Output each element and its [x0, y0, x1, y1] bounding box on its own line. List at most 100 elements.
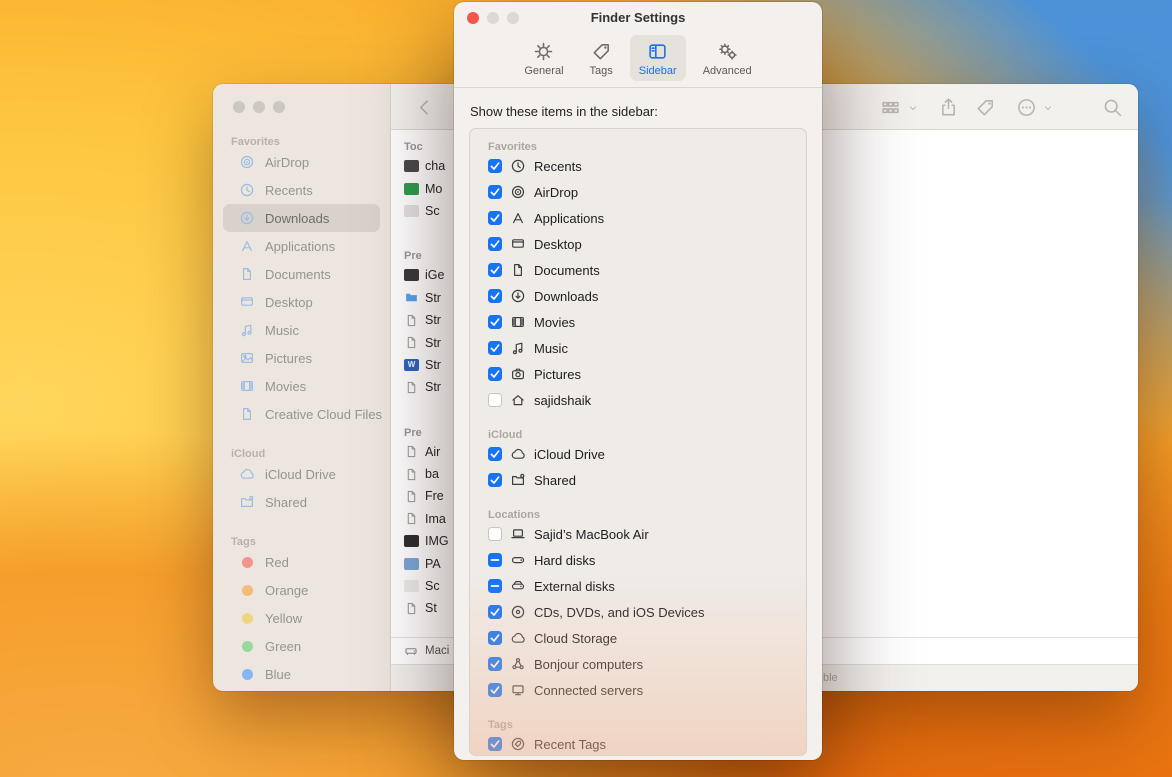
- tag-icon[interactable]: [975, 97, 996, 118]
- sidebar-item-label: Yellow: [265, 611, 302, 626]
- file-item[interactable]: PA: [404, 552, 459, 574]
- file-item[interactable]: Str: [404, 331, 459, 353]
- download-circle-icon: [237, 210, 257, 226]
- file-item[interactable]: cha: [404, 155, 459, 177]
- sidebar-item-desktop[interactable]: Desktop: [223, 288, 380, 316]
- tab-sidebar[interactable]: Sidebar: [630, 35, 686, 81]
- file-item[interactable]: Sc: [404, 575, 459, 597]
- file-item[interactable]: Ima: [404, 508, 459, 530]
- checkbox-bonjour-computers[interactable]: [488, 657, 502, 671]
- checkbox-desktop[interactable]: [488, 237, 502, 251]
- file-thumbnail-icon: [404, 205, 419, 217]
- checkbox-movies[interactable]: [488, 315, 502, 329]
- checkbox-icloud-drive[interactable]: [488, 447, 502, 461]
- search-icon[interactable]: [1102, 97, 1123, 118]
- checkbox-external-disks[interactable]: [488, 579, 502, 593]
- settings-item-label: Applications: [534, 211, 604, 226]
- file-thumbnail-icon: [404, 160, 419, 172]
- checkbox-airdrop[interactable]: [488, 185, 502, 199]
- file-item[interactable]: Str: [404, 287, 459, 309]
- sidebar-item-green[interactable]: Green: [223, 632, 380, 660]
- status-text: ble: [823, 665, 838, 691]
- chevron-down-icon[interactable]: [907, 102, 919, 114]
- file-item-label: Ima: [425, 512, 446, 526]
- sidebar-item-label: Green: [265, 639, 301, 654]
- sidebar-item-label: Pictures: [265, 351, 312, 366]
- share-icon[interactable]: [938, 97, 959, 118]
- checkbox-hard-disks[interactable]: [488, 553, 502, 567]
- settings-item-label: Documents: [534, 263, 600, 278]
- sidebar-item-airdrop[interactable]: AirDrop: [223, 148, 380, 176]
- document-icon: [237, 266, 257, 282]
- back-chevron-icon[interactable]: [414, 97, 435, 118]
- sidebar-item-applications[interactable]: Applications: [223, 232, 380, 260]
- file-item[interactable]: Mo: [404, 177, 459, 199]
- sidebar-section-header: Tags: [231, 530, 372, 548]
- settings-row-recent-tags: Recent Tags: [488, 731, 806, 756]
- sidebar-item-recents[interactable]: Recents: [223, 176, 380, 204]
- chevron-down-icon[interactable]: [1042, 102, 1054, 114]
- sidebar-item-orange[interactable]: Orange: [223, 576, 380, 604]
- file-item-label: Air: [425, 445, 440, 459]
- tab-tags[interactable]: Tags: [581, 35, 622, 81]
- file-item[interactable]: IMG: [404, 530, 459, 552]
- settings-row-airdrop: AirDrop: [488, 179, 806, 205]
- file-item[interactable]: Fre: [404, 485, 459, 507]
- checkbox-sajidshaik[interactable]: [488, 393, 502, 407]
- file-item[interactable]: St: [404, 597, 459, 619]
- checkbox-applications[interactable]: [488, 211, 502, 225]
- hard-disk-icon: [509, 552, 527, 568]
- cd-icon: [509, 604, 527, 620]
- sidebar-item-icloud-drive[interactable]: iCloud Drive: [223, 460, 380, 488]
- close-button[interactable]: [467, 12, 479, 24]
- checkbox-recents[interactable]: [488, 159, 502, 173]
- sidebar-item-red[interactable]: Red: [223, 548, 380, 576]
- settings-row-movies: Movies: [488, 309, 806, 335]
- checkbox-documents[interactable]: [488, 263, 502, 277]
- sidebar-item-downloads[interactable]: Downloads: [223, 204, 380, 232]
- checkbox-sajid-s-macbook-air[interactable]: [488, 527, 502, 541]
- sidebar-item-creative-cloud-files[interactable]: Creative Cloud Files: [223, 400, 380, 428]
- file-group-header: Pre: [404, 425, 459, 441]
- sidebar-item-label: Desktop: [265, 295, 313, 310]
- bonjour-icon: [509, 656, 527, 672]
- checkbox-music[interactable]: [488, 341, 502, 355]
- settings-row-downloads: Downloads: [488, 283, 806, 309]
- checkbox-cloud-storage[interactable]: [488, 631, 502, 645]
- zoom-button[interactable]: [507, 12, 519, 24]
- file-item[interactable]: ba: [404, 463, 459, 485]
- sidebar-section-header: Favorites: [231, 130, 372, 148]
- sidebar-item-pictures[interactable]: Pictures: [223, 344, 380, 372]
- file-item[interactable]: Str: [404, 376, 459, 398]
- sidebar-item-yellow[interactable]: Yellow: [223, 604, 380, 632]
- tab-general[interactable]: General: [515, 35, 572, 81]
- path-bar-item[interactable]: Maci: [425, 645, 449, 657]
- checkbox-recent-tags[interactable]: [488, 737, 502, 751]
- checkbox-connected-servers[interactable]: [488, 683, 502, 697]
- file-item[interactable]: iGe: [404, 264, 459, 286]
- minimize-button[interactable]: [487, 12, 499, 24]
- file-item[interactable]: Str: [404, 309, 459, 331]
- sidebar-item-blue[interactable]: Blue: [223, 660, 380, 688]
- sidebar-item-documents[interactable]: Documents: [223, 260, 380, 288]
- more-icon[interactable]: [1016, 97, 1037, 118]
- gear-icon: [533, 41, 554, 62]
- sidebar-item-movies[interactable]: Movies: [223, 372, 380, 400]
- cloud-icon: [237, 466, 257, 482]
- tab-label: Tags: [590, 65, 613, 77]
- file-item[interactable]: Air: [404, 441, 459, 463]
- file-item[interactable]: WStr: [404, 354, 459, 376]
- sidebar-item-shared[interactable]: Shared: [223, 488, 380, 516]
- checkbox-cds-dvds-and-ios-devices[interactable]: [488, 605, 502, 619]
- settings-row-bonjour-computers: Bonjour computers: [488, 651, 806, 677]
- grid-view-icon[interactable]: [880, 97, 901, 118]
- document-icon: [404, 335, 419, 350]
- checkbox-pictures[interactable]: [488, 367, 502, 381]
- sidebar-item-music[interactable]: Music: [223, 316, 380, 344]
- checkbox-downloads[interactable]: [488, 289, 502, 303]
- document-icon: [404, 511, 419, 526]
- checkbox-shared[interactable]: [488, 473, 502, 487]
- applications-icon: [509, 210, 527, 226]
- file-item[interactable]: Sc: [404, 200, 459, 222]
- tab-advanced[interactable]: Advanced: [694, 35, 761, 81]
